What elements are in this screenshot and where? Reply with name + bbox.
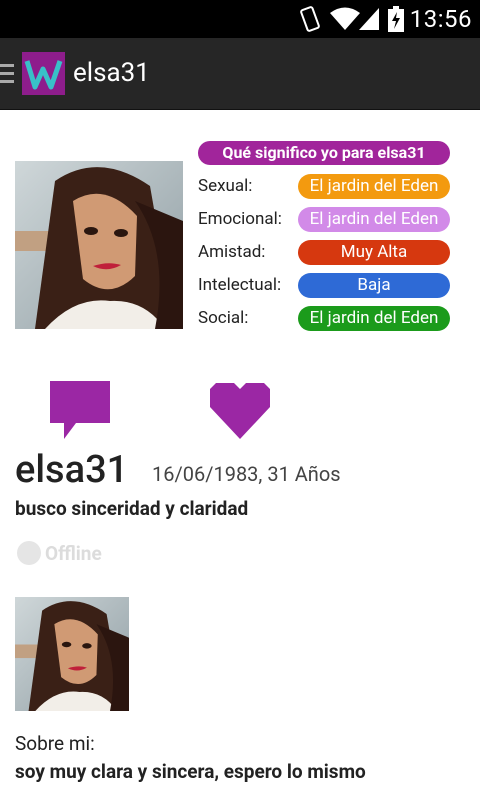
profile-username: elsa31 [15, 448, 129, 492]
relationship-value-badge: El jardin del Eden [298, 174, 450, 199]
profile-photo-thumbnail[interactable] [15, 597, 129, 711]
profile-tagline: busco sinceridad y claridad [15, 497, 249, 520]
relationship-label: Social: [198, 308, 249, 328]
relationship-value-badge: Muy Alta [298, 240, 450, 265]
relationship-value-badge: Baja [298, 273, 450, 298]
profile-photo[interactable] [15, 161, 183, 329]
action-bar: elsa31 [0, 38, 480, 110]
relationship-label: Intelectual: [198, 275, 282, 295]
menu-icon[interactable] [0, 64, 14, 84]
heart-icon[interactable] [210, 383, 270, 439]
relationship-row-social: Social: El jardin del Eden [198, 306, 450, 332]
relationship-row-amistad: Amistad: Muy Alta [198, 240, 450, 266]
status-text: Offline [45, 542, 102, 565]
clock: 13:56 [409, 5, 472, 33]
relationship-value-badge: El jardin del Eden [298, 306, 450, 331]
relationship-label: Emocional: [198, 209, 282, 229]
status-bar: 13:56 [0, 0, 480, 38]
chat-bubble-icon[interactable] [50, 381, 110, 439]
relationship-header: Qué significo yo para elsa31 [198, 141, 450, 165]
about-label: Sobre mi: [15, 732, 95, 755]
relationship-row-emocional: Emocional: El jardin del Eden [198, 207, 450, 233]
relationship-label: Sexual: [198, 176, 253, 196]
signal-icon [359, 8, 379, 30]
profile-birth-age: 16/06/1983, 31 Años [152, 462, 341, 486]
battery-charging-icon [388, 6, 404, 32]
screen-title: elsa31 [73, 58, 150, 88]
about-text: soy muy clara y sincera, espero lo mismo [15, 760, 366, 783]
relationship-value-badge: El jardin del Eden [298, 207, 450, 232]
vibrate-icon [300, 6, 320, 32]
app-logo[interactable] [22, 52, 65, 95]
relationship-row-intelectual: Intelectual: Baja [198, 273, 450, 299]
relationship-row-sexual: Sexual: El jardin del Eden [198, 174, 450, 200]
wifi-icon [330, 7, 360, 30]
status-dot-icon [17, 541, 41, 565]
relationship-label: Amistad: [198, 242, 266, 262]
